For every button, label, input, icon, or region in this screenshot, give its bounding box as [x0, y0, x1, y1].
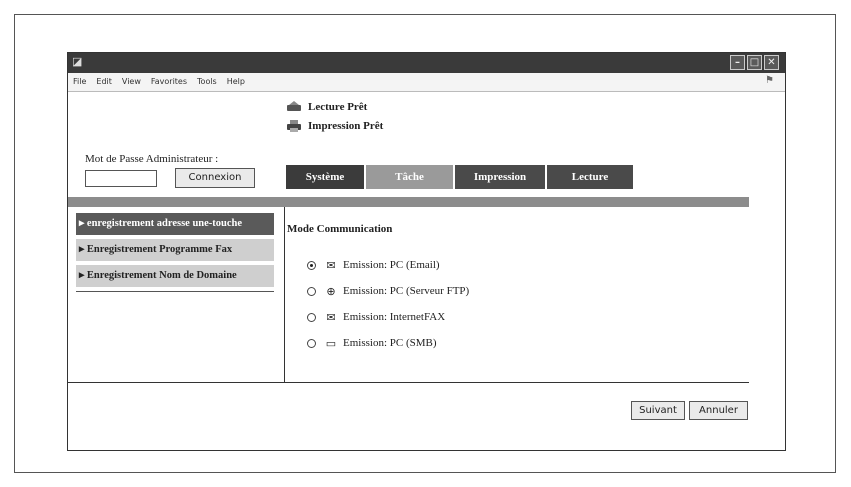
- option-smb[interactable]: ▭ Emission: PC (SMB): [287, 333, 469, 353]
- windows-logo-icon: ⚑: [765, 75, 774, 86]
- ftp-icon: ⊕: [326, 285, 336, 298]
- option-label: Emission: PC (Email): [343, 259, 440, 271]
- printer-icon: [287, 119, 301, 132]
- sidebar: ▸ enregistrement adresse une-touche ▸ En…: [76, 213, 281, 292]
- header-divider-band: [68, 197, 749, 207]
- password-input[interactable]: [85, 170, 157, 187]
- radio-button[interactable]: [307, 338, 316, 348]
- menu-file[interactable]: File: [68, 73, 91, 86]
- envelope-icon: ✉: [326, 259, 336, 272]
- option-email[interactable]: ✉ Emission: PC (Email): [287, 255, 469, 275]
- main-content: Mode Communication ✉ Emission: PC (Email…: [287, 223, 469, 359]
- close-button[interactable]: ✕: [764, 55, 779, 70]
- tab-tache[interactable]: Tâche: [366, 165, 453, 189]
- option-label: Emission: PC (Serveur FTP): [343, 285, 470, 297]
- cancel-button[interactable]: Annuler: [689, 401, 748, 420]
- tab-systeme[interactable]: Système: [286, 165, 364, 189]
- computer-icon: ▭: [325, 337, 337, 350]
- menu-view[interactable]: View: [117, 73, 146, 86]
- sidebar-item-one-touch[interactable]: ▸ enregistrement adresse une-touche: [76, 213, 274, 235]
- sidebar-item-label: Enregistrement Programme Fax: [86, 244, 233, 255]
- menu-edit[interactable]: Edit: [91, 73, 117, 86]
- option-label: Emission: PC (SMB): [343, 337, 437, 349]
- section-heading: Mode Communication: [287, 223, 393, 235]
- radio-button[interactable]: [307, 286, 316, 296]
- option-label: Emission: InternetFAX: [343, 311, 446, 323]
- status-print-label: Impression Prêt: [308, 119, 384, 132]
- radio-button[interactable]: [307, 312, 316, 322]
- password-label: Mot de Passe Administrateur :: [85, 153, 219, 165]
- app-icon: ◪: [72, 55, 83, 68]
- scanner-icon: [287, 100, 301, 111]
- menu-favorites[interactable]: Favorites: [146, 73, 192, 86]
- content-divider: [284, 207, 285, 382]
- sidebar-item-fax-program[interactable]: ▸ Enregistrement Programme Fax: [76, 239, 274, 261]
- chevron-right-icon: ▸: [79, 270, 87, 281]
- tab-lecture[interactable]: Lecture: [547, 165, 633, 189]
- title-bar: ◪ – □ ✕: [68, 53, 785, 73]
- option-internetfax[interactable]: ✉ Emission: InternetFAX: [287, 307, 469, 327]
- option-ftp[interactable]: ⊕ Emission: PC (Serveur FTP): [287, 281, 469, 301]
- sidebar-item-domain-name[interactable]: ▸ Enregistrement Nom de Domaine: [76, 265, 274, 287]
- next-button[interactable]: Suivant: [631, 401, 685, 420]
- tab-impression[interactable]: Impression: [455, 165, 545, 189]
- main-tabs: Système Tâche Impression Lecture: [286, 165, 635, 189]
- browser-window: ◪ – □ ✕ File Edit View Favorites Tools Help ⚑…: [67, 52, 786, 451]
- chevron-right-icon: ▸: [79, 244, 87, 255]
- status-scan-label: Lecture Prêt: [308, 100, 368, 113]
- status-print: Impression Prêt: [286, 116, 383, 135]
- envelope-icon: ✉: [326, 311, 336, 324]
- sidebar-item-label: Enregistrement Nom de Domaine: [86, 270, 237, 281]
- sidebar-divider: [76, 291, 274, 292]
- minimize-button[interactable]: –: [730, 55, 745, 70]
- menu-bar: File Edit View Favorites Tools Help ⚑: [68, 73, 785, 92]
- status-scan: Lecture Prêt: [286, 97, 383, 116]
- login-button[interactable]: Connexion: [175, 168, 255, 188]
- sidebar-item-label: enregistrement adresse une-touche: [86, 218, 243, 229]
- chevron-right-icon: ▸: [79, 218, 87, 229]
- menu-tools[interactable]: Tools: [192, 73, 222, 86]
- menu-help[interactable]: Help: [222, 73, 250, 86]
- maximize-button[interactable]: □: [747, 55, 762, 70]
- device-status: Lecture Prêt Impression Prêt: [286, 97, 383, 135]
- radio-button[interactable]: [307, 260, 316, 270]
- footer-divider: [68, 382, 749, 383]
